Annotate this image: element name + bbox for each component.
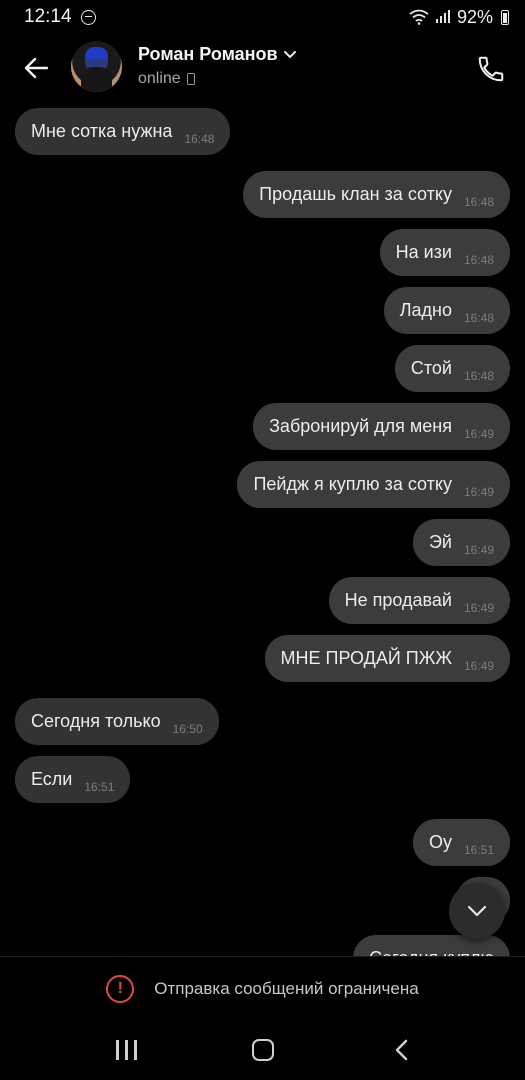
contact-name-row[interactable]: Роман Романов — [138, 44, 296, 65]
message-text: МНЕ ПРОДАЙ ПЖЖ — [280, 648, 452, 668]
message-text: Забронируй для меня — [269, 416, 452, 436]
message-time: 16:48 — [463, 368, 494, 383]
contact-name: Роман Романов — [138, 44, 278, 64]
contact-status-row: online — [138, 70, 195, 88]
message-text: Ладно — [399, 300, 452, 320]
message-text: Стой — [410, 358, 452, 378]
do-not-disturb-icon — [80, 9, 96, 25]
back-button[interactable] — [20, 52, 52, 84]
battery-percent: 92% — [456, 6, 493, 27]
message-bubble[interactable]: Пейдж я куплю за сотку 16:49 — [237, 461, 510, 508]
home-icon[interactable] — [252, 1039, 274, 1061]
message-time: 16:51 — [84, 779, 115, 794]
call-icon — [478, 56, 504, 82]
wifi-icon — [409, 9, 429, 25]
battery-icon — [501, 9, 509, 25]
message-time: 16:50 — [172, 721, 203, 736]
message-time: 16:49 — [463, 658, 494, 673]
message-text: На изи — [395, 242, 452, 262]
message-bubble[interactable]: Мне сотка нужна 16:48 — [15, 108, 231, 155]
system-nav-bar — [0, 1020, 525, 1080]
nav-back-icon[interactable] — [390, 1038, 414, 1062]
avatar-body — [81, 67, 112, 92]
call-button[interactable] — [474, 52, 508, 86]
contact-status: online — [138, 70, 181, 87]
message-text: Продашь клан за сотку — [259, 184, 452, 204]
message-text: Оу — [428, 832, 452, 852]
message-bubble[interactable]: Стой 16:48 — [394, 345, 510, 392]
recent-apps-icon[interactable] — [116, 1040, 138, 1060]
message-bubble[interactable]: МНЕ ПРОДАЙ ПЖЖ 16:49 — [264, 635, 510, 682]
alert-icon: ! — [106, 974, 135, 1003]
avatar[interactable] — [71, 41, 122, 92]
message-bubble[interactable]: Сегодня только 16:50 — [15, 698, 219, 745]
status-bar: 12:14 92% — [0, 0, 525, 34]
message-text: Пейдж я куплю за сотку — [253, 474, 452, 494]
chevron-down-icon — [467, 905, 487, 917]
message-bubble[interactable]: Забронируй для меня 16:49 — [253, 403, 510, 450]
message-text: Сегодня куплю — [369, 948, 494, 956]
message-bubble[interactable]: Если 16:51 — [15, 756, 131, 803]
status-time: 12:14 — [24, 6, 72, 27]
signal-icon — [435, 10, 450, 23]
message-time: 16:49 — [463, 600, 494, 615]
phone-device-icon — [186, 73, 195, 85]
chevron-down-icon — [283, 50, 296, 58]
message-bubble[interactable]: На изи 16:48 — [379, 229, 510, 276]
scroll-to-bottom-button[interactable] — [449, 883, 505, 939]
message-bubble[interactable]: Эй 16:49 — [412, 519, 510, 566]
message-time: 16:51 — [463, 842, 494, 857]
message-bubble[interactable]: Сегодня куплю — [353, 935, 510, 956]
message-time: 16:49 — [463, 426, 494, 441]
message-text: Если — [31, 769, 73, 789]
restriction-text: Отправка сообщений ограничена — [154, 978, 419, 998]
message-time: 16:49 — [463, 484, 494, 499]
message-text: Не продавай — [344, 590, 452, 610]
chat-header: Роман Романов online — [0, 34, 525, 100]
message-text: Мне сотка нужна — [31, 121, 173, 141]
message-restriction-bar: ! Отправка сообщений ограничена — [0, 956, 525, 1020]
message-text: Сегодня только — [31, 711, 161, 731]
message-bubble[interactable]: Продашь клан за сотку 16:48 — [243, 171, 510, 218]
back-arrow-icon — [24, 57, 49, 79]
message-bubble[interactable]: Не продавай 16:49 — [328, 577, 510, 624]
avatar-hat — [85, 47, 108, 59]
message-time: 16:48 — [463, 194, 494, 209]
message-time: 16:48 — [184, 131, 215, 146]
message-time: 16:48 — [463, 310, 494, 325]
status-right: 92% — [409, 7, 509, 28]
message-time: 16:48 — [463, 252, 494, 267]
message-bubble[interactable]: Ладно 16:48 — [383, 287, 510, 334]
message-bubble[interactable]: Оу 16:51 — [412, 819, 510, 866]
message-text: Эй — [428, 532, 452, 552]
message-time: 16:49 — [463, 542, 494, 557]
message-list[interactable]: Мне сотка нужна 16:48 Продашь клан за сот… — [0, 100, 525, 956]
